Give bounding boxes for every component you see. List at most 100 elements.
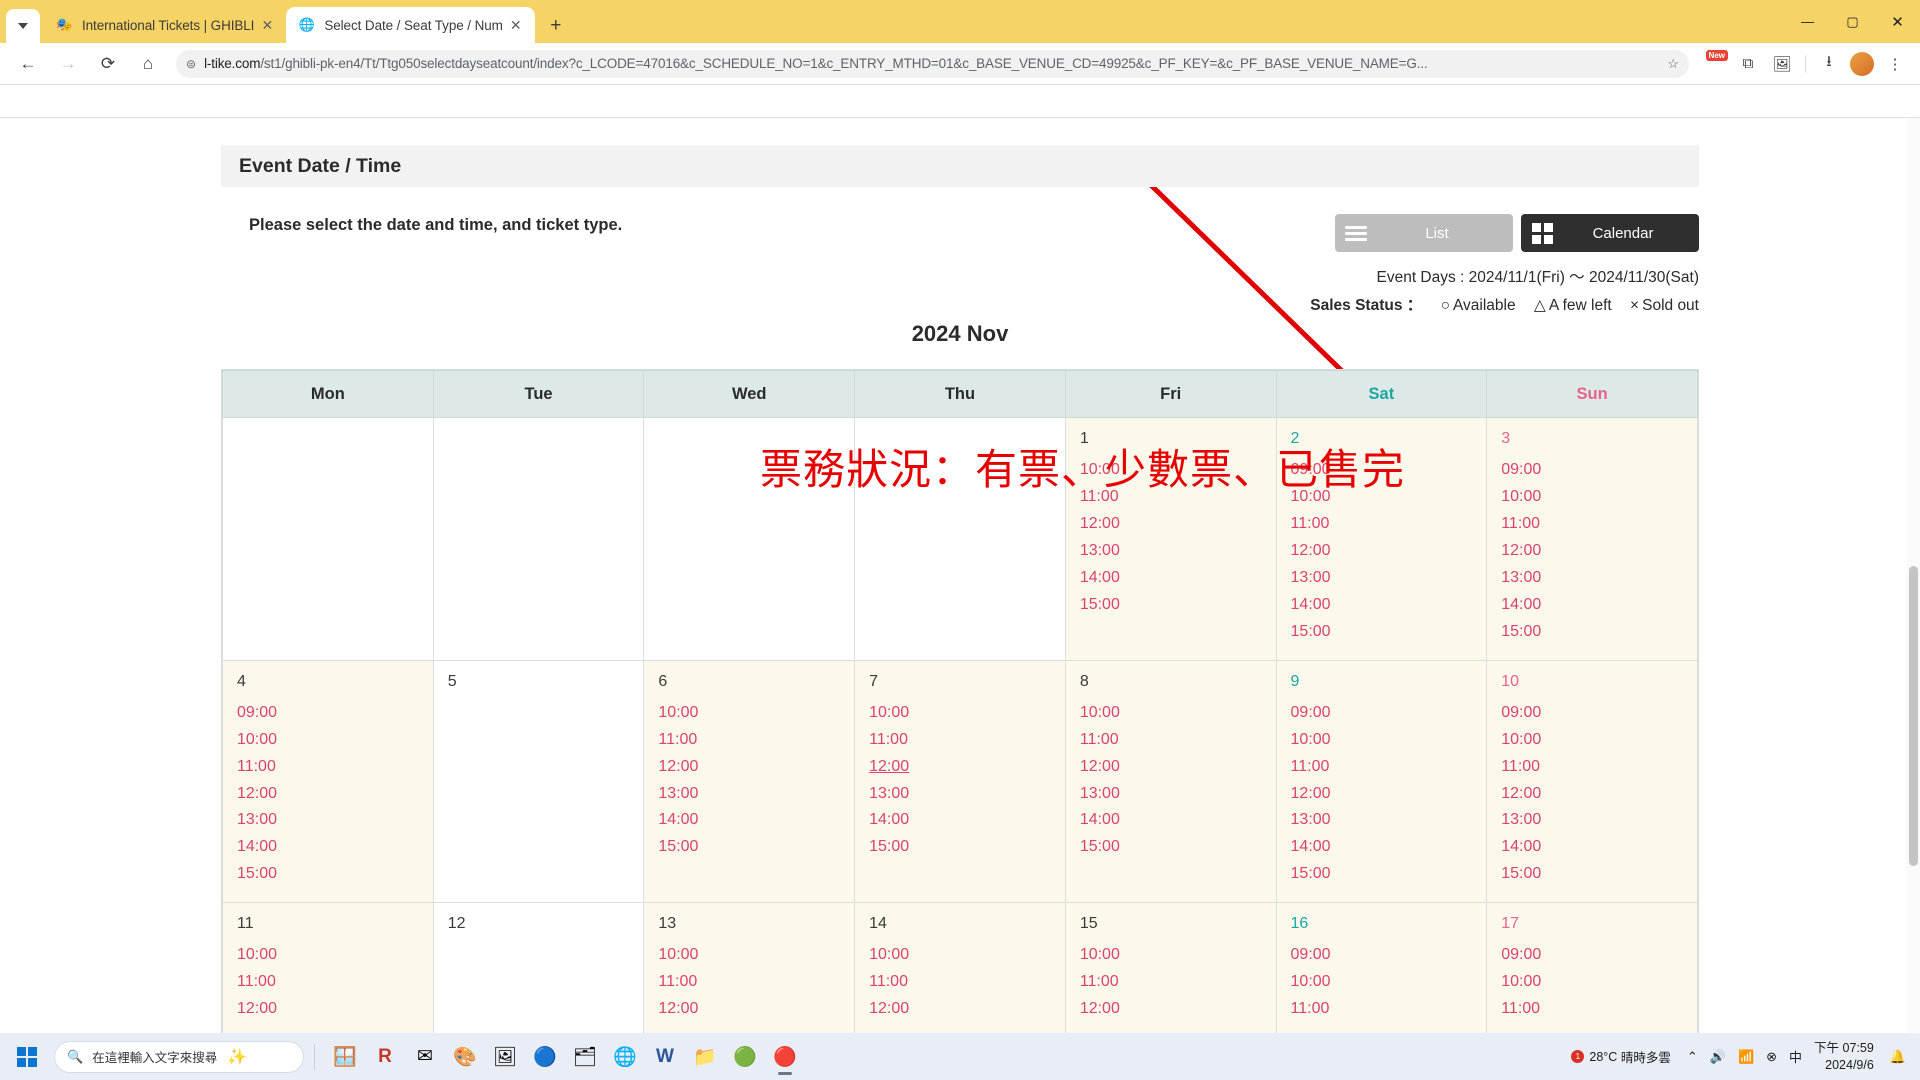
time-slot-link[interactable]: 13:00 (869, 781, 1065, 808)
time-slot-link[interactable]: 11:00 (237, 754, 433, 781)
time-slot-link[interactable]: 12:00 (658, 996, 854, 1023)
time-slot-link[interactable]: 14:00 (1291, 834, 1487, 861)
time-slot-link[interactable]: 12:00 (1080, 511, 1276, 538)
time-slot-link[interactable]: 09:00 (1291, 700, 1487, 727)
start-button[interactable] (6, 1047, 48, 1067)
home-icon[interactable]: ⌂ (133, 49, 163, 79)
close-icon[interactable]: ✕ (258, 16, 276, 34)
time-slot-link[interactable]: 14:00 (869, 807, 1065, 834)
time-slot-link[interactable]: 11:00 (1080, 727, 1276, 754)
time-slot-link[interactable]: 11:00 (869, 727, 1065, 754)
time-slot-link[interactable]: 11:00 (1501, 996, 1697, 1023)
time-slot-link[interactable]: 12:00 (658, 754, 854, 781)
taskbar-app-chrome-beta[interactable]: 🔵 (525, 1037, 565, 1077)
time-slot-link[interactable]: 15:00 (869, 834, 1065, 861)
page-scrollbar[interactable] (1906, 118, 1920, 1033)
time-slot-link[interactable]: 10:00 (658, 942, 854, 969)
time-slot-link[interactable]: 13:00 (658, 781, 854, 808)
time-slot-link[interactable]: 13:00 (1501, 565, 1697, 592)
new-feature-icon[interactable]: New (1699, 49, 1729, 79)
close-icon[interactable]: ✕ (507, 16, 525, 34)
time-slot-link[interactable]: 10:00 (869, 700, 1065, 727)
time-slot-link[interactable]: 12:00 (869, 754, 1065, 781)
new-tab-button[interactable]: + (541, 11, 571, 41)
image-icon[interactable]: 🖼 (1767, 49, 1797, 79)
calendar-view-button[interactable]: Calendar (1521, 214, 1699, 252)
time-slot-link[interactable]: 11:00 (658, 727, 854, 754)
back-icon[interactable]: ← (13, 49, 43, 79)
reload-icon[interactable]: ⟳ (93, 49, 123, 79)
time-slot-link[interactable]: 13:00 (1291, 807, 1487, 834)
time-slot-link[interactable]: 10:00 (237, 942, 433, 969)
copilot-sparkle-icon[interactable]: ✨ (227, 1047, 247, 1067)
time-slot-link[interactable]: 15:00 (1080, 834, 1276, 861)
time-slot-link[interactable]: 12:00 (1501, 781, 1697, 808)
taskbar-app-photos[interactable]: 🖼 (485, 1037, 525, 1077)
time-slot-link[interactable]: 13:00 (1080, 538, 1276, 565)
show-hidden-icons-icon[interactable]: ⌃ (1687, 1049, 1698, 1065)
time-slot-link[interactable]: 11:00 (1291, 754, 1487, 781)
time-slot-link[interactable]: 13:00 (237, 807, 433, 834)
maximize-button[interactable]: ▢ (1830, 0, 1875, 43)
time-slot-link[interactable]: 14:00 (658, 807, 854, 834)
weather-widget[interactable]: 1 28°C 晴時多雲 (1571, 1047, 1670, 1066)
language-icon[interactable]: ⊗ (1766, 1049, 1777, 1065)
time-slot-link[interactable]: 10:00 (658, 700, 854, 727)
time-slot-link[interactable]: 14:00 (1080, 807, 1276, 834)
profile-avatar[interactable] (1850, 52, 1874, 76)
time-slot-link[interactable]: 10:00 (1080, 942, 1276, 969)
time-slot-link[interactable]: 11:00 (1291, 996, 1487, 1023)
minimize-button[interactable]: — (1785, 0, 1830, 43)
time-slot-link[interactable]: 15:00 (1080, 592, 1276, 619)
time-slot-link[interactable]: 10:00 (1291, 727, 1487, 754)
scrollbar-thumb[interactable] (1909, 566, 1918, 866)
time-slot-link[interactable]: 10:00 (237, 727, 433, 754)
network-icon[interactable]: 📶 (1738, 1049, 1754, 1065)
site-settings-icon[interactable]: ⊜ (186, 57, 196, 71)
time-slot-link[interactable]: 09:00 (1291, 942, 1487, 969)
time-slot-link[interactable]: 14:00 (1080, 565, 1276, 592)
tab-search-button[interactable] (6, 9, 40, 43)
taskbar-app-chrome[interactable]: 🔴 (765, 1037, 805, 1077)
time-slot-link[interactable]: 12:00 (237, 996, 433, 1023)
bookmark-star-icon[interactable]: ☆ (1667, 56, 1679, 72)
taskbar-app-mail[interactable]: ✉ (405, 1037, 445, 1077)
time-slot-link[interactable]: 12:00 (1501, 538, 1697, 565)
time-slot-link[interactable]: 10:00 (1291, 969, 1487, 996)
time-slot-link[interactable]: 10:00 (1080, 700, 1276, 727)
taskbar-app-paint[interactable]: 🎨 (445, 1037, 485, 1077)
time-slot-link[interactable]: 10:00 (869, 942, 1065, 969)
taskbar-app-task-view[interactable]: 🪟 (325, 1037, 365, 1077)
time-slot-link[interactable]: 15:00 (1291, 619, 1487, 646)
time-slot-link[interactable]: 09:00 (1501, 942, 1697, 969)
time-slot-link[interactable]: 13:00 (1080, 781, 1276, 808)
list-view-button[interactable]: List (1335, 214, 1513, 252)
download-icon[interactable]: ⭳ (1814, 49, 1844, 79)
time-slot-link[interactable]: 14:00 (1501, 834, 1697, 861)
time-slot-link[interactable]: 14:00 (1501, 592, 1697, 619)
time-slot-link[interactable]: 11:00 (237, 969, 433, 996)
time-slot-link[interactable]: 15:00 (658, 834, 854, 861)
time-slot-link[interactable]: 15:00 (1501, 861, 1697, 888)
time-slot-link[interactable]: 12:00 (1291, 538, 1487, 565)
time-slot-link[interactable]: 12:00 (869, 996, 1065, 1023)
time-slot-link[interactable]: 10:00 (1501, 484, 1697, 511)
browser-tab-1[interactable]: 🎭 International Tickets | GHIBLI ✕ (44, 7, 286, 43)
time-slot-link[interactable]: 15:00 (1291, 861, 1487, 888)
time-slot-link[interactable]: 09:00 (1501, 700, 1697, 727)
taskbar-app-line[interactable]: 🟢 (725, 1037, 765, 1077)
time-slot-link[interactable]: 11:00 (869, 969, 1065, 996)
taskbar-app-edge[interactable]: 🌐 (605, 1037, 645, 1077)
split-screen-icon[interactable]: ⧉ (1733, 49, 1763, 79)
more-menu-icon[interactable]: ⋮ (1880, 49, 1910, 79)
time-slot-link[interactable]: 12:00 (1291, 781, 1487, 808)
time-slot-link[interactable]: 11:00 (658, 969, 854, 996)
volume-icon[interactable]: 🔊 (1710, 1049, 1726, 1065)
time-slot-link[interactable]: 11:00 (1080, 969, 1276, 996)
time-slot-link[interactable]: 10:00 (1501, 969, 1697, 996)
time-slot-link[interactable]: 11:00 (1501, 754, 1697, 781)
taskbar-app-file-explorer[interactable]: 🗂 (565, 1037, 605, 1077)
time-slot-link[interactable]: 13:00 (1291, 565, 1487, 592)
time-slot-link[interactable]: 12:00 (237, 781, 433, 808)
time-slot-link[interactable]: 12:00 (1080, 996, 1276, 1023)
